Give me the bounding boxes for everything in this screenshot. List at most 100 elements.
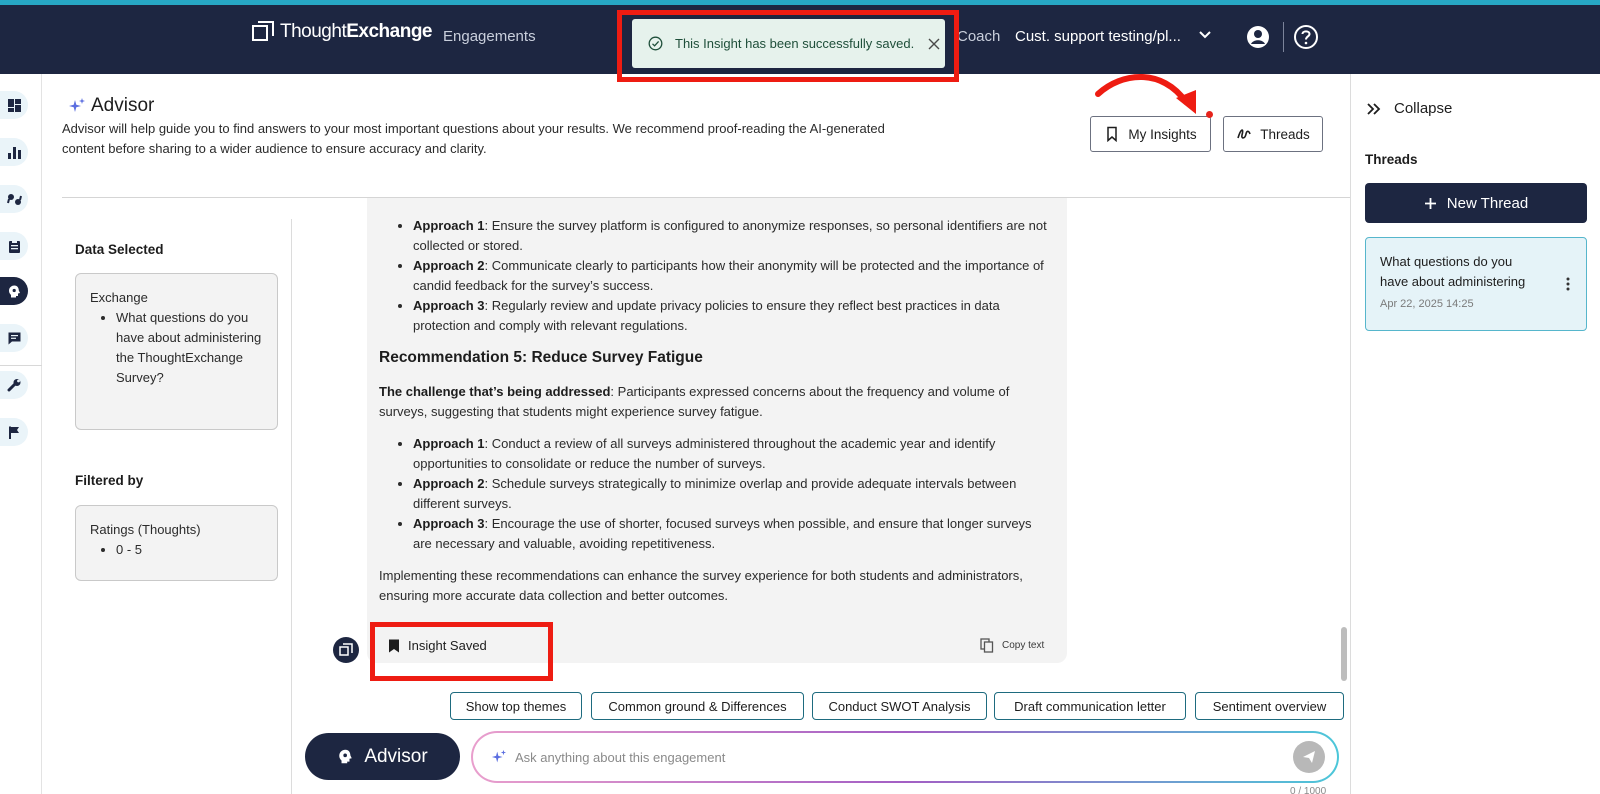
bot-avatar: [333, 637, 359, 663]
project-selector[interactable]: Cust. support testing/pl...: [1015, 28, 1181, 45]
sparkle-icon: [491, 749, 507, 763]
rail-messages-button[interactable]: [0, 324, 28, 352]
response-body: Approach 1: Ensure the survey platform i…: [379, 216, 1049, 618]
exchange-question: What questions do you have about adminis…: [116, 308, 263, 388]
filter-heading: Ratings (Thoughts): [90, 522, 201, 537]
insight-saved-label: Insight Saved: [408, 638, 487, 653]
chip-common-ground[interactable]: Common ground & Differences: [591, 692, 804, 720]
chip-swot-analysis[interactable]: Conduct SWOT Analysis: [812, 692, 987, 720]
topbar-divider: [1283, 22, 1284, 52]
my-insights-button[interactable]: My Insights: [1090, 116, 1211, 152]
logo-icon: [252, 21, 274, 41]
copy-icon: [980, 638, 994, 653]
challenge-paragraph: The challenge that’s being addressed: Pa…: [379, 384, 1010, 419]
chip-sentiment-overview[interactable]: Sentiment overview: [1195, 692, 1344, 720]
chip-draft-letter[interactable]: Draft communication letter: [994, 692, 1186, 720]
ask-input-box: [473, 733, 1337, 781]
new-thread-label: New Thread: [1446, 194, 1529, 212]
my-insights-label: My Insights: [1128, 126, 1197, 142]
sparkle-icon: [69, 98, 85, 112]
double-chevron-right-icon: [1367, 102, 1381, 115]
notification-dot: [1206, 111, 1213, 118]
insight-saved-button[interactable]: Insight Saved: [388, 638, 487, 653]
thread-title: What questions do you have about adminis…: [1380, 254, 1526, 289]
send-button[interactable]: [1293, 741, 1325, 773]
threads-button[interactable]: Threads: [1223, 116, 1323, 152]
close-icon[interactable]: [928, 38, 940, 50]
thread-card[interactable]: What questions do you have about adminis…: [1365, 237, 1587, 331]
threads-heading: Threads: [1365, 152, 1418, 167]
rail-thoughts-button[interactable]: [0, 185, 28, 213]
exchange-heading: Exchange: [90, 290, 148, 305]
character-count: 0 / 1000: [1290, 786, 1327, 794]
list-item: Approach 1: Conduct a review of all surv…: [413, 434, 1049, 474]
quotes-icon: [6, 193, 22, 205]
advisor-description: Advisor will help guide you to find answ…: [62, 121, 885, 156]
dashboard-icon: [7, 98, 21, 112]
collapse-label: Collapse: [1394, 100, 1453, 117]
rail-advisor-button[interactable]: [0, 277, 28, 305]
chat-scrollbar[interactable]: [1340, 219, 1348, 681]
chip-show-top-themes[interactable]: Show top themes: [450, 692, 582, 720]
thread-date: Apr 22, 2025 14:25: [1380, 298, 1474, 310]
list-item: Approach 3: Regularly review and update …: [413, 296, 1049, 336]
account-icon[interactable]: [1245, 24, 1271, 50]
nav-engagements-link[interactable]: Engagements: [443, 28, 536, 45]
left-icon-rail: [0, 74, 42, 794]
scrollbar-thumb[interactable]: [1341, 627, 1347, 681]
rail-reports-button[interactable]: [0, 232, 28, 260]
bookmark-icon: [1107, 126, 1118, 142]
rec5-approach-list: Approach 1: Conduct a review of all surv…: [413, 434, 1049, 554]
help-icon[interactable]: [1293, 24, 1319, 50]
recommendation-heading: Recommendation 5: Reduce Survey Fatigue: [379, 349, 703, 366]
ask-input[interactable]: [515, 749, 1275, 765]
success-toast: This Insight has been successfully saved…: [632, 19, 945, 68]
wrench-icon: [7, 378, 20, 391]
threads-label: Threads: [1260, 126, 1310, 142]
copy-text-button[interactable]: Copy text: [980, 638, 1044, 653]
rail-flag-button[interactable]: [0, 418, 28, 446]
list-item: Approach 2: Communicate clearly to parti…: [413, 256, 1049, 296]
advisor-icon: [8, 285, 20, 297]
toast-message: This Insight has been successfully saved…: [675, 36, 915, 51]
filtered-by-label: Filtered by: [75, 473, 144, 488]
list-item: Approach 3: Encourage the use of shorter…: [413, 514, 1049, 554]
kebab-menu-icon[interactable]: [1566, 277, 1570, 291]
copy-text-label: Copy text: [1002, 640, 1045, 651]
check-circle-icon: [648, 36, 663, 51]
nav-coach-link[interactable]: Coach: [957, 28, 1000, 45]
page-title: Advisor: [91, 95, 155, 116]
rec4-approach-list: Approach 1: Ensure the survey platform i…: [413, 216, 1049, 336]
rail-results-button[interactable]: [0, 138, 28, 166]
advisor-mode-button[interactable]: Advisor: [305, 733, 460, 780]
advisor-response-card: Approach 1: Ensure the survey platform i…: [367, 198, 1067, 663]
new-thread-button[interactable]: New Thread: [1365, 183, 1587, 223]
rail-dashboard-button[interactable]: [0, 91, 28, 119]
filtered-by-box: Ratings (Thoughts) 0 - 5: [75, 505, 278, 581]
bar-chart-icon: [7, 146, 21, 159]
ask-input-wrapper: [471, 731, 1339, 783]
closing-paragraph: Implementing these recommendations can e…: [379, 568, 1023, 603]
brand-name: ThoughtExchange: [280, 21, 432, 42]
list-item: Approach 2: Schedule surveys strategical…: [413, 474, 1049, 514]
thoughtexchange-avatar-icon: [339, 643, 353, 656]
bookmark-filled-icon: [389, 639, 399, 652]
threads-sidebar: [1350, 74, 1600, 794]
threads-icon: [1237, 129, 1251, 139]
rail-tools-button[interactable]: [0, 371, 28, 399]
send-icon: [1303, 751, 1315, 763]
annotation-arrow: [1095, 74, 1196, 114]
clipboard-icon: [8, 239, 20, 253]
collapse-button[interactable]: Collapse: [1366, 100, 1452, 117]
filter-value: 0 - 5: [116, 540, 263, 560]
advisor-button-label: Advisor: [364, 745, 428, 767]
chat-icon: [8, 332, 20, 344]
data-selected-label: Data Selected: [75, 242, 164, 257]
thoughtexchange-logo[interactable]: ThoughtExchange: [252, 21, 432, 43]
data-selected-box: Exchange What questions do you have abou…: [75, 273, 278, 430]
plus-icon: [1424, 197, 1436, 209]
panel-divider: [291, 219, 292, 794]
chevron-down-icon[interactable]: [1197, 26, 1213, 42]
list-item: Approach 1: Ensure the survey platform i…: [413, 216, 1049, 256]
advisor-icon: [339, 749, 353, 764]
